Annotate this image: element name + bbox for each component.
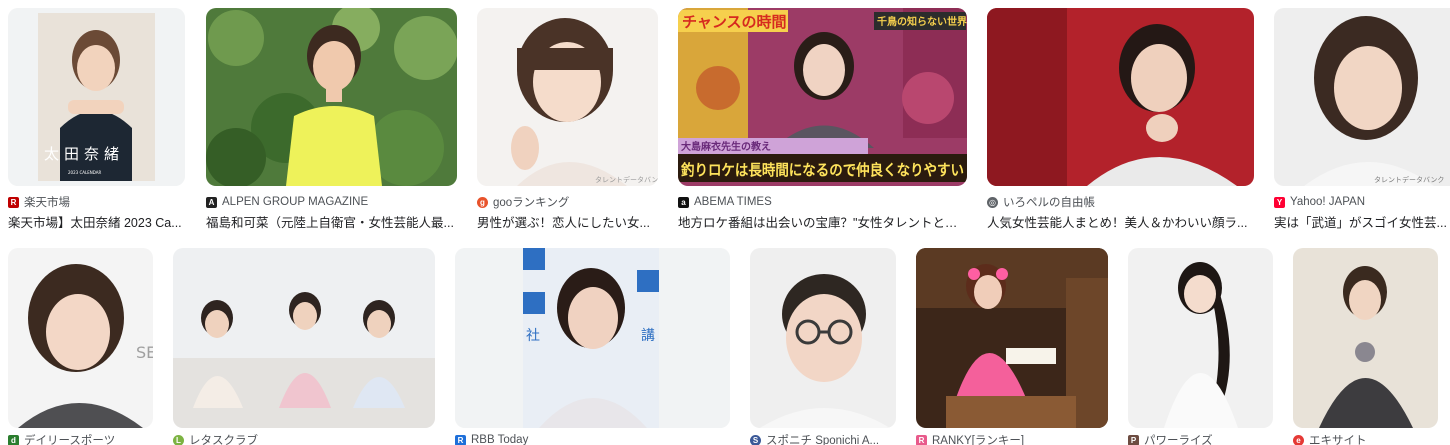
alpen-icon: A xyxy=(206,196,217,208)
woman-dark-dress-photo xyxy=(1293,248,1438,428)
image-result-card[interactable]: 太田奈緒 2023 CALENDAR R 楽天市場 楽天市場】太田奈緒 2023… xyxy=(8,8,185,230)
sponichi-icon: S xyxy=(750,434,761,445)
rakuten-icon: R xyxy=(8,196,19,208)
result-source[interactable]: d デイリースポーツ xyxy=(8,432,153,445)
watermark-text: タレントデータバンク xyxy=(1374,175,1444,184)
calendar-title-text: 太田奈緒 xyxy=(44,145,124,163)
daily-sports-icon: d xyxy=(8,434,19,445)
source-name: ALPEN GROUP MAGAZINE xyxy=(222,196,369,208)
image-result-card[interactable]: R RANKY[ランキー] xyxy=(916,248,1108,445)
image-result-card[interactable]: SE d デイリースポーツ xyxy=(8,248,153,445)
watermark-text: タレントデータバンク xyxy=(595,175,658,184)
source-name: RBB Today xyxy=(471,434,529,445)
tv-studio-performer-photo xyxy=(916,248,1108,428)
result-thumbnail[interactable]: タレントデータバンク xyxy=(1274,8,1450,186)
result-thumbnail[interactable] xyxy=(916,248,1108,428)
result-title[interactable]: 実は「武道」がスゴイ女性芸... xyxy=(1274,212,1450,230)
woman-glasses-photo xyxy=(750,248,896,428)
result-thumbnail[interactable]: SE xyxy=(8,248,153,428)
caption-text: 釣りロケは長時間になるので仲良くなりやすい xyxy=(681,161,964,179)
result-thumbnail[interactable]: 太田奈緒 2023 CALENDAR xyxy=(8,8,185,186)
image-result-card[interactable]: チャンスの時間 千鳥の知らない世界 大島麻衣先生の教え 釣りロケは長時間になるの… xyxy=(678,8,967,230)
powerrise-icon: P xyxy=(1128,434,1139,445)
result-title[interactable]: 福島和可菜（元陸上自衛官・女性芸能人最... xyxy=(206,212,457,230)
image-result-card[interactable]: A ALPEN GROUP MAGAZINE 福島和可菜（元陸上自衛官・女性芸能… xyxy=(206,8,457,230)
woman-white-dress-photo xyxy=(1128,248,1273,428)
image-result-card[interactable]: L レタスクラブ xyxy=(173,248,435,445)
image-result-card[interactable]: P パワーライズ xyxy=(1128,248,1273,445)
woman-portrait-photo: SE xyxy=(8,248,153,428)
result-thumbnail[interactable]: 社 講 xyxy=(455,248,730,428)
subtitle-small-text: 大島麻衣先生の教え xyxy=(681,140,771,153)
result-source[interactable]: S スポニチ Sponichi A... xyxy=(750,432,896,445)
source-name: gooランキング xyxy=(493,197,570,209)
result-thumbnail[interactable] xyxy=(987,8,1254,186)
woman-red-background-photo xyxy=(987,8,1254,186)
result-title[interactable]: 男性が選ぶ！恋人にしたい女... xyxy=(477,212,658,230)
result-thumbnail[interactable] xyxy=(1128,248,1273,428)
svg-text:SE: SE xyxy=(136,343,153,362)
image-result-card[interactable]: e エキサイト xyxy=(1293,248,1438,445)
source-name: 楽天市場 xyxy=(24,197,70,209)
image-result-card[interactable]: タレントデータバンク Y Yahoo! JAPAN 実は「武道」がスゴイ女性芸.… xyxy=(1274,8,1450,230)
ranky-icon: R xyxy=(916,434,927,445)
result-source[interactable]: R 楽天市場 xyxy=(8,194,185,210)
goo-icon: g xyxy=(477,196,488,208)
source-name: スポニチ Sponichi A... xyxy=(766,435,880,445)
calendar-subtitle-text: 2023 CALENDAR xyxy=(68,170,101,175)
globe-icon: ◎ xyxy=(987,196,998,208)
result-thumbnail[interactable] xyxy=(750,248,896,428)
yahoo-icon: Y xyxy=(1274,196,1285,208)
result-title[interactable]: 楽天市場】太田奈緒 2023 Ca... xyxy=(8,212,185,230)
source-name: パワーライズ xyxy=(1144,435,1213,445)
show-title-text: チャンスの時間 xyxy=(682,13,787,31)
rbb-icon: R xyxy=(455,434,466,445)
woman-portrait-photo: タレントデータバンク xyxy=(477,8,658,186)
result-source[interactable]: R RANKY[ランキー] xyxy=(916,432,1108,445)
tv-show-screenshot: チャンスの時間 千鳥の知らない世界 大島麻衣先生の教え 釣りロケは長時間になるの… xyxy=(678,8,967,186)
calendar-photo: 太田奈緒 2023 CALENDAR xyxy=(8,8,185,186)
image-result-card[interactable]: タレントデータバンク g gooランキング 男性が選ぶ！恋人にしたい女... xyxy=(477,8,658,230)
result-thumbnail[interactable]: タレントデータバンク xyxy=(477,8,658,186)
woman-foliage-photo xyxy=(206,8,457,186)
source-name: Yahoo! JAPAN xyxy=(1290,196,1366,208)
source-name: RANKY[ランキー] xyxy=(932,435,1025,445)
abema-icon: a xyxy=(678,196,689,208)
result-source[interactable]: R RBB Today xyxy=(455,432,730,445)
image-result-card[interactable]: S スポニチ Sponichi A... xyxy=(750,248,896,445)
result-thumbnail[interactable] xyxy=(1293,248,1438,428)
source-name: いろペルの自由帳 xyxy=(1003,197,1095,209)
result-source[interactable]: ◎ いろペルの自由帳 xyxy=(987,194,1254,210)
source-name: レタスクラブ xyxy=(189,435,258,445)
image-result-card[interactable]: ◎ いろペルの自由帳 人気女性芸能人まとめ！美人＆かわいい顔ラ... xyxy=(987,8,1254,230)
corner-title-text: 千鳥の知らない世界 xyxy=(877,15,967,28)
result-title[interactable]: 人気女性芸能人まとめ！美人＆かわいい顔ラ... xyxy=(987,212,1254,230)
source-name: エキサイト xyxy=(1309,435,1367,445)
result-source[interactable]: g gooランキング xyxy=(477,194,658,210)
image-result-card[interactable]: 社 講 R RBB Today xyxy=(455,248,730,445)
result-source[interactable]: A ALPEN GROUP MAGAZINE xyxy=(206,194,457,210)
excite-icon: e xyxy=(1293,434,1304,445)
result-thumbnail[interactable] xyxy=(173,248,435,428)
result-thumbnail[interactable] xyxy=(206,8,457,186)
woman-press-event-photo: 社 講 xyxy=(455,248,730,428)
result-source[interactable]: L レタスクラブ xyxy=(173,432,435,445)
source-name: ABEMA TIMES xyxy=(694,196,772,208)
result-source[interactable]: P パワーライズ xyxy=(1128,432,1273,445)
image-results-grid: 太田奈緒 2023 CALENDAR R 楽天市場 楽天市場】太田奈緒 2023… xyxy=(0,0,1450,445)
result-thumbnail[interactable]: チャンスの時間 千鳥の知らない世界 大島麻衣先生の教え 釣りロケは長時間になるの… xyxy=(678,8,967,186)
woman-portrait-photo: タレントデータバンク xyxy=(1274,8,1450,186)
result-source[interactable]: a ABEMA TIMES xyxy=(678,194,967,210)
result-title[interactable]: 地方ロケ番組は出会いの宝庫？"女性タレントとの... xyxy=(678,212,967,230)
backdrop-text-right: 講 xyxy=(641,328,655,344)
lettuce-club-icon: L xyxy=(173,434,184,445)
backdrop-text-left: 社 xyxy=(526,328,540,344)
result-source[interactable]: e エキサイト xyxy=(1293,432,1438,445)
three-women-sofa-photo xyxy=(173,248,435,428)
source-name: デイリースポーツ xyxy=(24,435,116,445)
result-source[interactable]: Y Yahoo! JAPAN xyxy=(1274,194,1450,210)
